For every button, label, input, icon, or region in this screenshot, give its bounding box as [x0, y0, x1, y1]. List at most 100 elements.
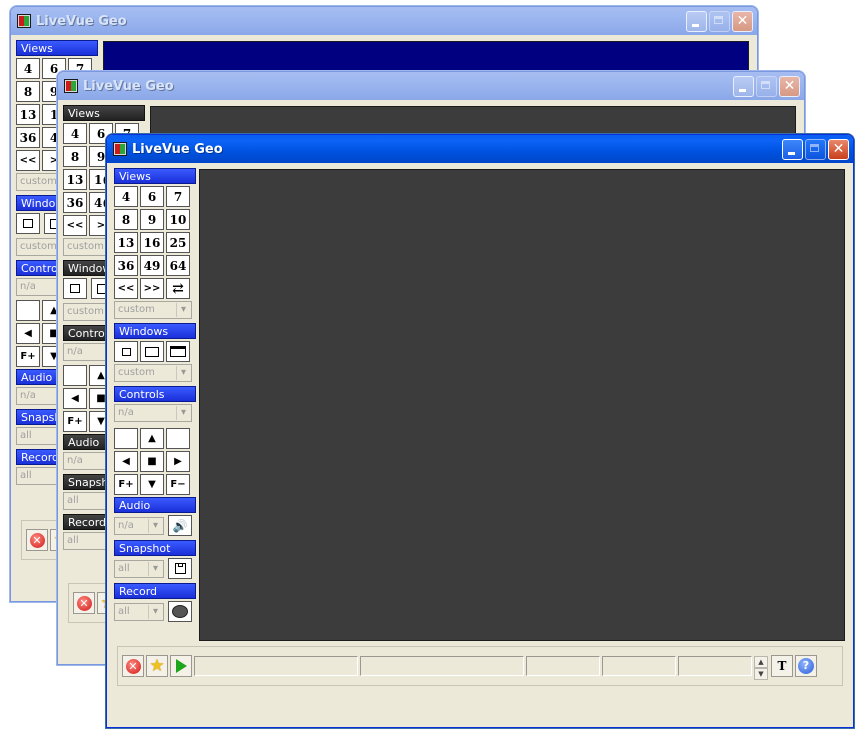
- close-button[interactable]: ✕: [732, 10, 753, 32]
- swap-arrows-icon: ⇄: [172, 280, 184, 297]
- window-title: LiveVue Geo: [132, 141, 223, 157]
- window-small-icon: [23, 219, 33, 228]
- audio-speaker-button[interactable]: 🔊: [168, 515, 192, 536]
- view-4-button[interactable]: 4: [16, 58, 40, 79]
- play-button[interactable]: [170, 655, 192, 677]
- window-title: LiveVue Geo: [83, 78, 174, 94]
- status-field-3: [526, 656, 600, 676]
- view-49-button[interactable]: 49: [140, 255, 164, 276]
- view-13-button[interactable]: 13: [16, 104, 40, 125]
- help-button[interactable]: ?: [795, 655, 817, 677]
- view-4-button[interactable]: 4: [114, 186, 138, 207]
- stop-button[interactable]: ✕: [73, 592, 95, 614]
- app-icon: [113, 142, 127, 156]
- view-36-button[interactable]: 36: [63, 192, 87, 213]
- maximize-button[interactable]: [805, 138, 826, 160]
- view-6-button[interactable]: 6: [140, 186, 164, 207]
- view-9-button[interactable]: 9: [140, 209, 164, 230]
- view-8-button[interactable]: 8: [63, 146, 87, 167]
- ptz-stop-button[interactable]: ■: [140, 451, 164, 472]
- text-button[interactable]: T: [771, 655, 793, 677]
- record-select[interactable]: all: [114, 602, 164, 621]
- window-small-button[interactable]: [63, 278, 87, 299]
- ptz-blank-button[interactable]: [16, 300, 40, 321]
- down-arrow-icon: ▼: [97, 416, 105, 427]
- view-16-button[interactable]: 16: [140, 232, 164, 253]
- view-36-button[interactable]: 36: [114, 255, 138, 276]
- status-spinner[interactable]: ▲ ▼: [754, 656, 768, 680]
- snapshot-select[interactable]: all: [114, 559, 164, 578]
- ptz-left-button[interactable]: ◀: [63, 388, 87, 409]
- ptz-blank-button[interactable]: [63, 365, 87, 386]
- left-arrow-icon: ◀: [71, 393, 79, 404]
- front-statusbar: ✕ ★ ▲ ▼ T ?: [117, 646, 843, 686]
- views-custom-select[interactable]: custom: [114, 301, 192, 319]
- status-field-4: [602, 656, 676, 676]
- view-36-button[interactable]: 36: [16, 127, 40, 148]
- maximize-button[interactable]: [756, 75, 777, 97]
- ptz-down-button[interactable]: ▼: [140, 474, 164, 495]
- stop-button[interactable]: ✕: [122, 655, 144, 677]
- minimize-button[interactable]: [686, 10, 707, 32]
- ptz-right-button[interactable]: ▶: [166, 451, 190, 472]
- up-arrow-icon: ▲: [97, 370, 105, 381]
- record-button[interactable]: [168, 601, 192, 622]
- front-control-panel: Views 4 6 7 8 9 10 13 16 25 36 49 64 << …: [114, 168, 196, 626]
- stop-icon: ✕: [76, 595, 92, 611]
- views-header: Views: [114, 168, 196, 184]
- view-8-button[interactable]: 8: [16, 81, 40, 102]
- view-7-button[interactable]: 7: [166, 186, 190, 207]
- text-t-icon: T: [777, 659, 787, 673]
- maximize-button[interactable]: [709, 10, 730, 32]
- zoom-in-button[interactable]: F+: [16, 346, 40, 367]
- ptz-up-right-button[interactable]: [166, 428, 190, 449]
- view-4-button[interactable]: 4: [63, 123, 87, 144]
- swap-button[interactable]: ⇄: [166, 278, 190, 299]
- close-button[interactable]: ✕: [828, 138, 849, 160]
- favorite-button[interactable]: ★: [146, 655, 168, 677]
- spinner-down-icon[interactable]: ▼: [754, 668, 768, 680]
- back-window-titlebar[interactable]: LiveVue Geo ✕: [11, 7, 757, 35]
- stop-square-icon: ■: [96, 393, 106, 404]
- ptz-up-left-button[interactable]: [114, 428, 138, 449]
- window-large-button[interactable]: [166, 341, 190, 362]
- window-small-button[interactable]: [114, 341, 138, 362]
- front-window: LiveVue Geo ✕ Views 4 6 7 8 9 10 13 16 2…: [106, 134, 854, 728]
- minimize-button[interactable]: [733, 75, 754, 97]
- window-small-button[interactable]: [16, 213, 40, 234]
- view-13-button[interactable]: 13: [114, 232, 138, 253]
- zoom-in-button[interactable]: F+: [63, 411, 87, 432]
- view-8-button[interactable]: 8: [114, 209, 138, 230]
- spinner-up-icon[interactable]: ▲: [754, 656, 768, 668]
- middle-window-titlebar[interactable]: LiveVue Geo ✕: [58, 72, 804, 100]
- next-view-button[interactable]: >>: [140, 278, 164, 299]
- front-window-titlebar[interactable]: LiveVue Geo ✕: [107, 135, 853, 163]
- prev-view-button[interactable]: <<: [114, 278, 138, 299]
- prev-view-button[interactable]: <<: [16, 150, 40, 171]
- views-header: Views: [16, 40, 98, 56]
- windows-custom-select[interactable]: custom: [114, 364, 192, 382]
- speaker-icon: 🔊: [172, 518, 188, 533]
- view-64-button[interactable]: 64: [166, 255, 190, 276]
- window-medium-button[interactable]: [140, 341, 164, 362]
- prev-view-button[interactable]: <<: [63, 215, 87, 236]
- ptz-left-button[interactable]: ◀: [16, 323, 40, 344]
- ptz-left-button[interactable]: ◀: [114, 451, 138, 472]
- zoom-in-button[interactable]: F+: [114, 474, 138, 495]
- window-small-icon: [121, 347, 131, 356]
- view-25-button[interactable]: 25: [166, 232, 190, 253]
- front-video-area[interactable]: [199, 169, 845, 641]
- up-arrow-icon: ▲: [148, 433, 156, 444]
- close-button[interactable]: ✕: [779, 75, 800, 97]
- star-icon: ★: [149, 656, 165, 676]
- minimize-button[interactable]: [782, 138, 803, 160]
- snapshot-save-button[interactable]: [168, 558, 192, 579]
- ptz-up-button[interactable]: ▲: [140, 428, 164, 449]
- stop-button[interactable]: ✕: [26, 529, 48, 551]
- controls-preset-select[interactable]: n/a: [114, 404, 192, 422]
- zoom-out-button[interactable]: F−: [166, 474, 190, 495]
- view-10-button[interactable]: 10: [166, 209, 190, 230]
- audio-select[interactable]: n/a: [114, 516, 164, 535]
- view-13-button[interactable]: 13: [63, 169, 87, 190]
- views-header: Views: [63, 105, 145, 121]
